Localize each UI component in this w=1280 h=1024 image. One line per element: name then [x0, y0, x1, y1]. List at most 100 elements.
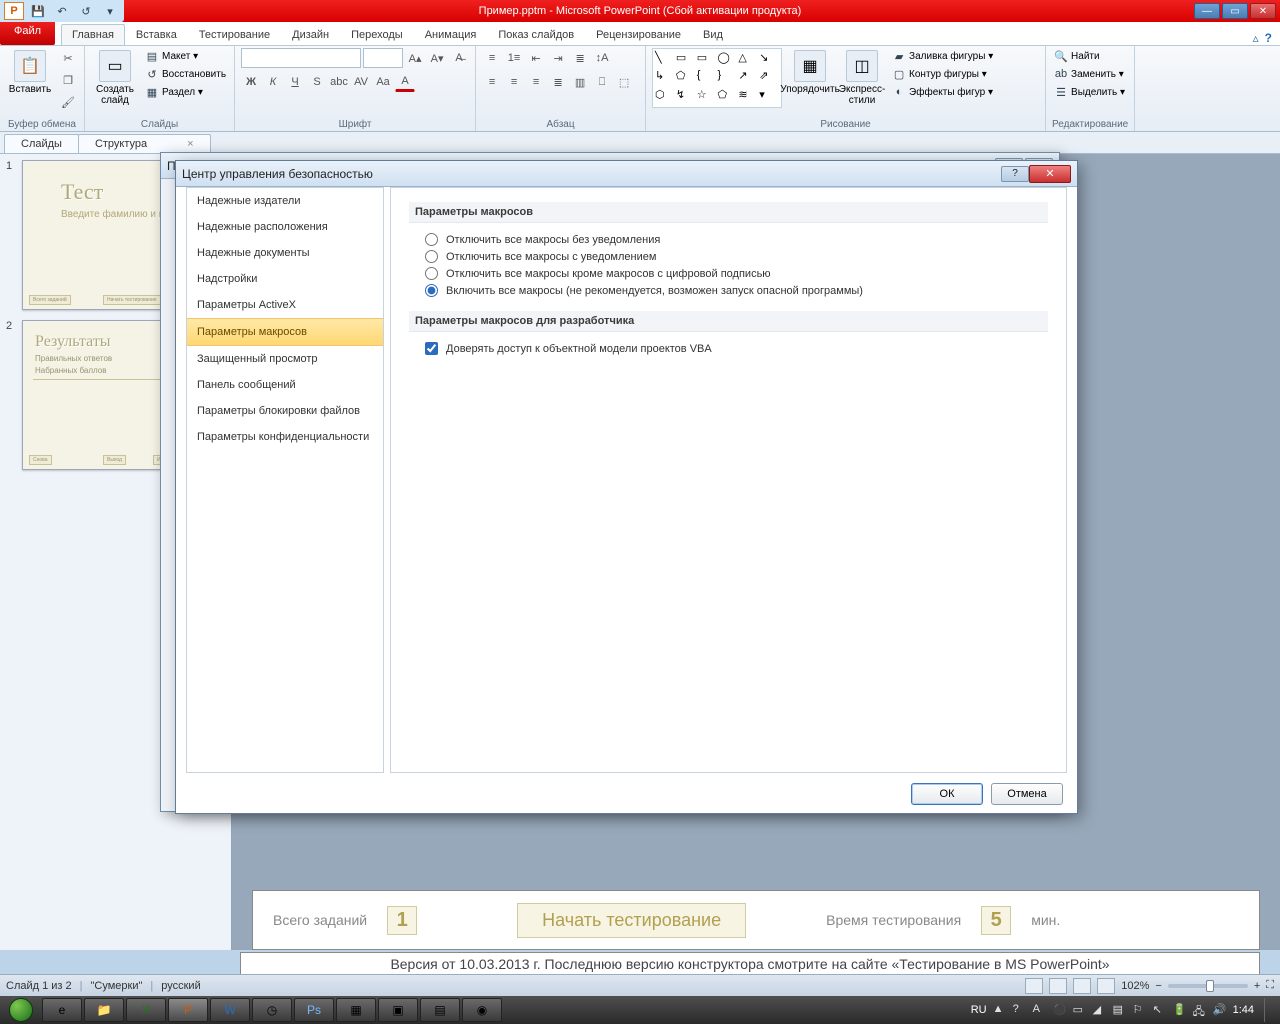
indent-inc-icon[interactable]: ⇥ [548, 48, 568, 68]
shrink-font-icon[interactable]: A▾ [427, 48, 447, 68]
nav-privacy[interactable]: Параметры конфиденциальности [187, 424, 383, 450]
font-color-icon[interactable]: A [395, 72, 415, 92]
new-slide-button[interactable]: ▭ Создать слайд [91, 48, 139, 108]
tab-home[interactable]: Главная [61, 24, 125, 45]
opt-disable-no-notify[interactable] [425, 233, 438, 246]
bullets-icon[interactable]: ≡ [482, 48, 502, 68]
find-button[interactable]: 🔍Найти [1052, 48, 1127, 64]
check-trust-vba[interactable] [425, 342, 438, 355]
smartart-icon[interactable]: ⬚ [614, 72, 634, 92]
columns-icon[interactable]: ▥ [570, 72, 590, 92]
tray-help-icon[interactable]: ? [1013, 1003, 1027, 1017]
quick-styles-button[interactable]: ◫ Экспресс-стили [838, 48, 886, 108]
taskbar-app3-icon[interactable]: ▣ [378, 998, 418, 1022]
shapes-gallery[interactable]: ╲▭▭◯△↘ ↳⬠{}↗⇗ ⬡↯☆⬠≋▾ [652, 48, 782, 108]
shadow-button[interactable]: S [307, 72, 327, 92]
shape-outline-button[interactable]: ▢Контур фигуры ▾ [890, 66, 995, 82]
bold-button[interactable]: Ж [241, 72, 261, 92]
opt-disable-except-signed[interactable] [425, 267, 438, 280]
text-direction-icon[interactable]: ↕A [592, 48, 612, 68]
nav-trusted-publishers[interactable]: Надежные издатели [187, 188, 383, 214]
file-tab[interactable]: Файл [0, 21, 55, 45]
taskbar-app-icon[interactable]: ◷ [252, 998, 292, 1022]
indent-dec-icon[interactable]: ⇤ [526, 48, 546, 68]
tray-network-icon[interactable]: 🖧 [1193, 1003, 1207, 1017]
shape-effects-button[interactable]: ◐Эффекты фигур ▾ [890, 84, 995, 100]
nav-addins[interactable]: Надстройки [187, 266, 383, 292]
nav-activex[interactable]: Параметры ActiveX [187, 292, 383, 318]
close-button[interactable]: ✕ [1250, 3, 1276, 19]
nav-file-block[interactable]: Параметры блокировки файлов [187, 398, 383, 424]
underline-button[interactable]: Ч [285, 72, 305, 92]
tab-insert[interactable]: Вставка [125, 24, 188, 45]
change-case-icon[interactable]: Aa [373, 72, 393, 92]
panel-tab-outline[interactable]: Структура× [78, 134, 211, 153]
align-right-icon[interactable]: ≡ [526, 72, 546, 92]
tab-review[interactable]: Рецензирование [585, 24, 692, 45]
tray-clock[interactable]: 1:44 [1233, 1004, 1254, 1016]
taskbar-powerpoint-icon[interactable]: P [168, 998, 208, 1022]
tab-testing[interactable]: Тестирование [188, 24, 281, 45]
taskbar-ps-icon[interactable]: Ps [294, 998, 334, 1022]
panel-tab-slides[interactable]: Слайды [4, 134, 79, 153]
view-sorter-icon[interactable] [1049, 978, 1067, 994]
replace-button[interactable]: abЗаменить ▾ [1052, 66, 1127, 82]
save-icon[interactable]: 💾 [28, 2, 48, 20]
format-painter-icon[interactable]: 🖌 [58, 92, 78, 112]
redo-icon[interactable]: ↺ [76, 2, 96, 20]
taskbar-word-icon[interactable]: W [210, 998, 250, 1022]
view-reading-icon[interactable] [1073, 978, 1091, 994]
nav-protected-view[interactable]: Защищенный просмотр [187, 346, 383, 372]
cancel-button[interactable]: Отмена [991, 783, 1063, 805]
tab-slideshow[interactable]: Показ слайдов [487, 24, 585, 45]
opt-disable-notify[interactable] [425, 250, 438, 263]
tray-cursor-icon[interactable]: ↖ [1153, 1003, 1167, 1017]
clear-format-icon[interactable]: A̶ [449, 48, 469, 68]
trust-close-button[interactable]: ✕ [1029, 165, 1071, 183]
start-test-button[interactable]: Начать тестирование [517, 903, 746, 938]
view-normal-icon[interactable] [1025, 978, 1043, 994]
align-center-icon[interactable]: ≡ [504, 72, 524, 92]
layout-button[interactable]: ▤Макет ▾ [143, 48, 228, 64]
taskbar-excel-icon[interactable]: X [126, 998, 166, 1022]
tray-adobe-icon[interactable]: A [1033, 1003, 1047, 1017]
tray-volume-icon[interactable]: 🔊 [1213, 1003, 1227, 1017]
cut-icon[interactable]: ✂ [58, 48, 78, 68]
numbering-icon[interactable]: 1≡ [504, 48, 524, 68]
section-button[interactable]: ▦Раздел ▾ [143, 84, 228, 100]
tray-lang[interactable]: RU [971, 1004, 987, 1016]
tray-power-icon[interactable]: 🔋 [1173, 1003, 1187, 1017]
taskbar-ie-icon[interactable]: e [42, 998, 82, 1022]
opt-enable-all[interactable] [425, 284, 438, 297]
view-slideshow-icon[interactable] [1097, 978, 1115, 994]
tab-transitions[interactable]: Переходы [340, 24, 414, 45]
font-family-combo[interactable] [241, 48, 361, 68]
zoom-in-icon[interactable]: + [1254, 980, 1260, 992]
font-size-combo[interactable] [363, 48, 403, 68]
taskbar-chrome-icon[interactable]: ◉ [462, 998, 502, 1022]
tab-design[interactable]: Дизайн [281, 24, 340, 45]
strike-button[interactable]: abc [329, 72, 349, 92]
zoom-out-icon[interactable]: − [1155, 980, 1161, 992]
taskbar-app4-icon[interactable]: ▤ [420, 998, 460, 1022]
taskbar-app2-icon[interactable]: ▦ [336, 998, 376, 1022]
tray-net-icon[interactable]: ⚫ [1053, 1003, 1067, 1017]
status-language[interactable]: русский [161, 980, 200, 992]
tray-display-icon[interactable]: ▭ [1073, 1003, 1087, 1017]
shape-fill-button[interactable]: ▰Заливка фигуры ▾ [890, 48, 995, 64]
select-button[interactable]: ☰Выделить ▾ [1052, 84, 1127, 100]
arrange-button[interactable]: ▦ Упорядочить [786, 48, 834, 97]
italic-button[interactable]: К [263, 72, 283, 92]
line-spacing-icon[interactable]: ≣ [570, 48, 590, 68]
zoom-percent[interactable]: 102% [1121, 980, 1149, 992]
minimize-button[interactable]: — [1194, 3, 1220, 19]
tray-icon[interactable]: ▲ [993, 1003, 1007, 1017]
tab-view[interactable]: Вид [692, 24, 734, 45]
nav-macro-settings[interactable]: Параметры макросов [187, 318, 383, 346]
panel-close-icon[interactable]: × [187, 138, 193, 150]
grow-font-icon[interactable]: A▴ [405, 48, 425, 68]
nav-trusted-locations[interactable]: Надежные расположения [187, 214, 383, 240]
zoom-slider[interactable] [1168, 984, 1248, 988]
maximize-button[interactable]: ▭ [1222, 3, 1248, 19]
trust-help-icon[interactable]: ? [1001, 166, 1029, 182]
